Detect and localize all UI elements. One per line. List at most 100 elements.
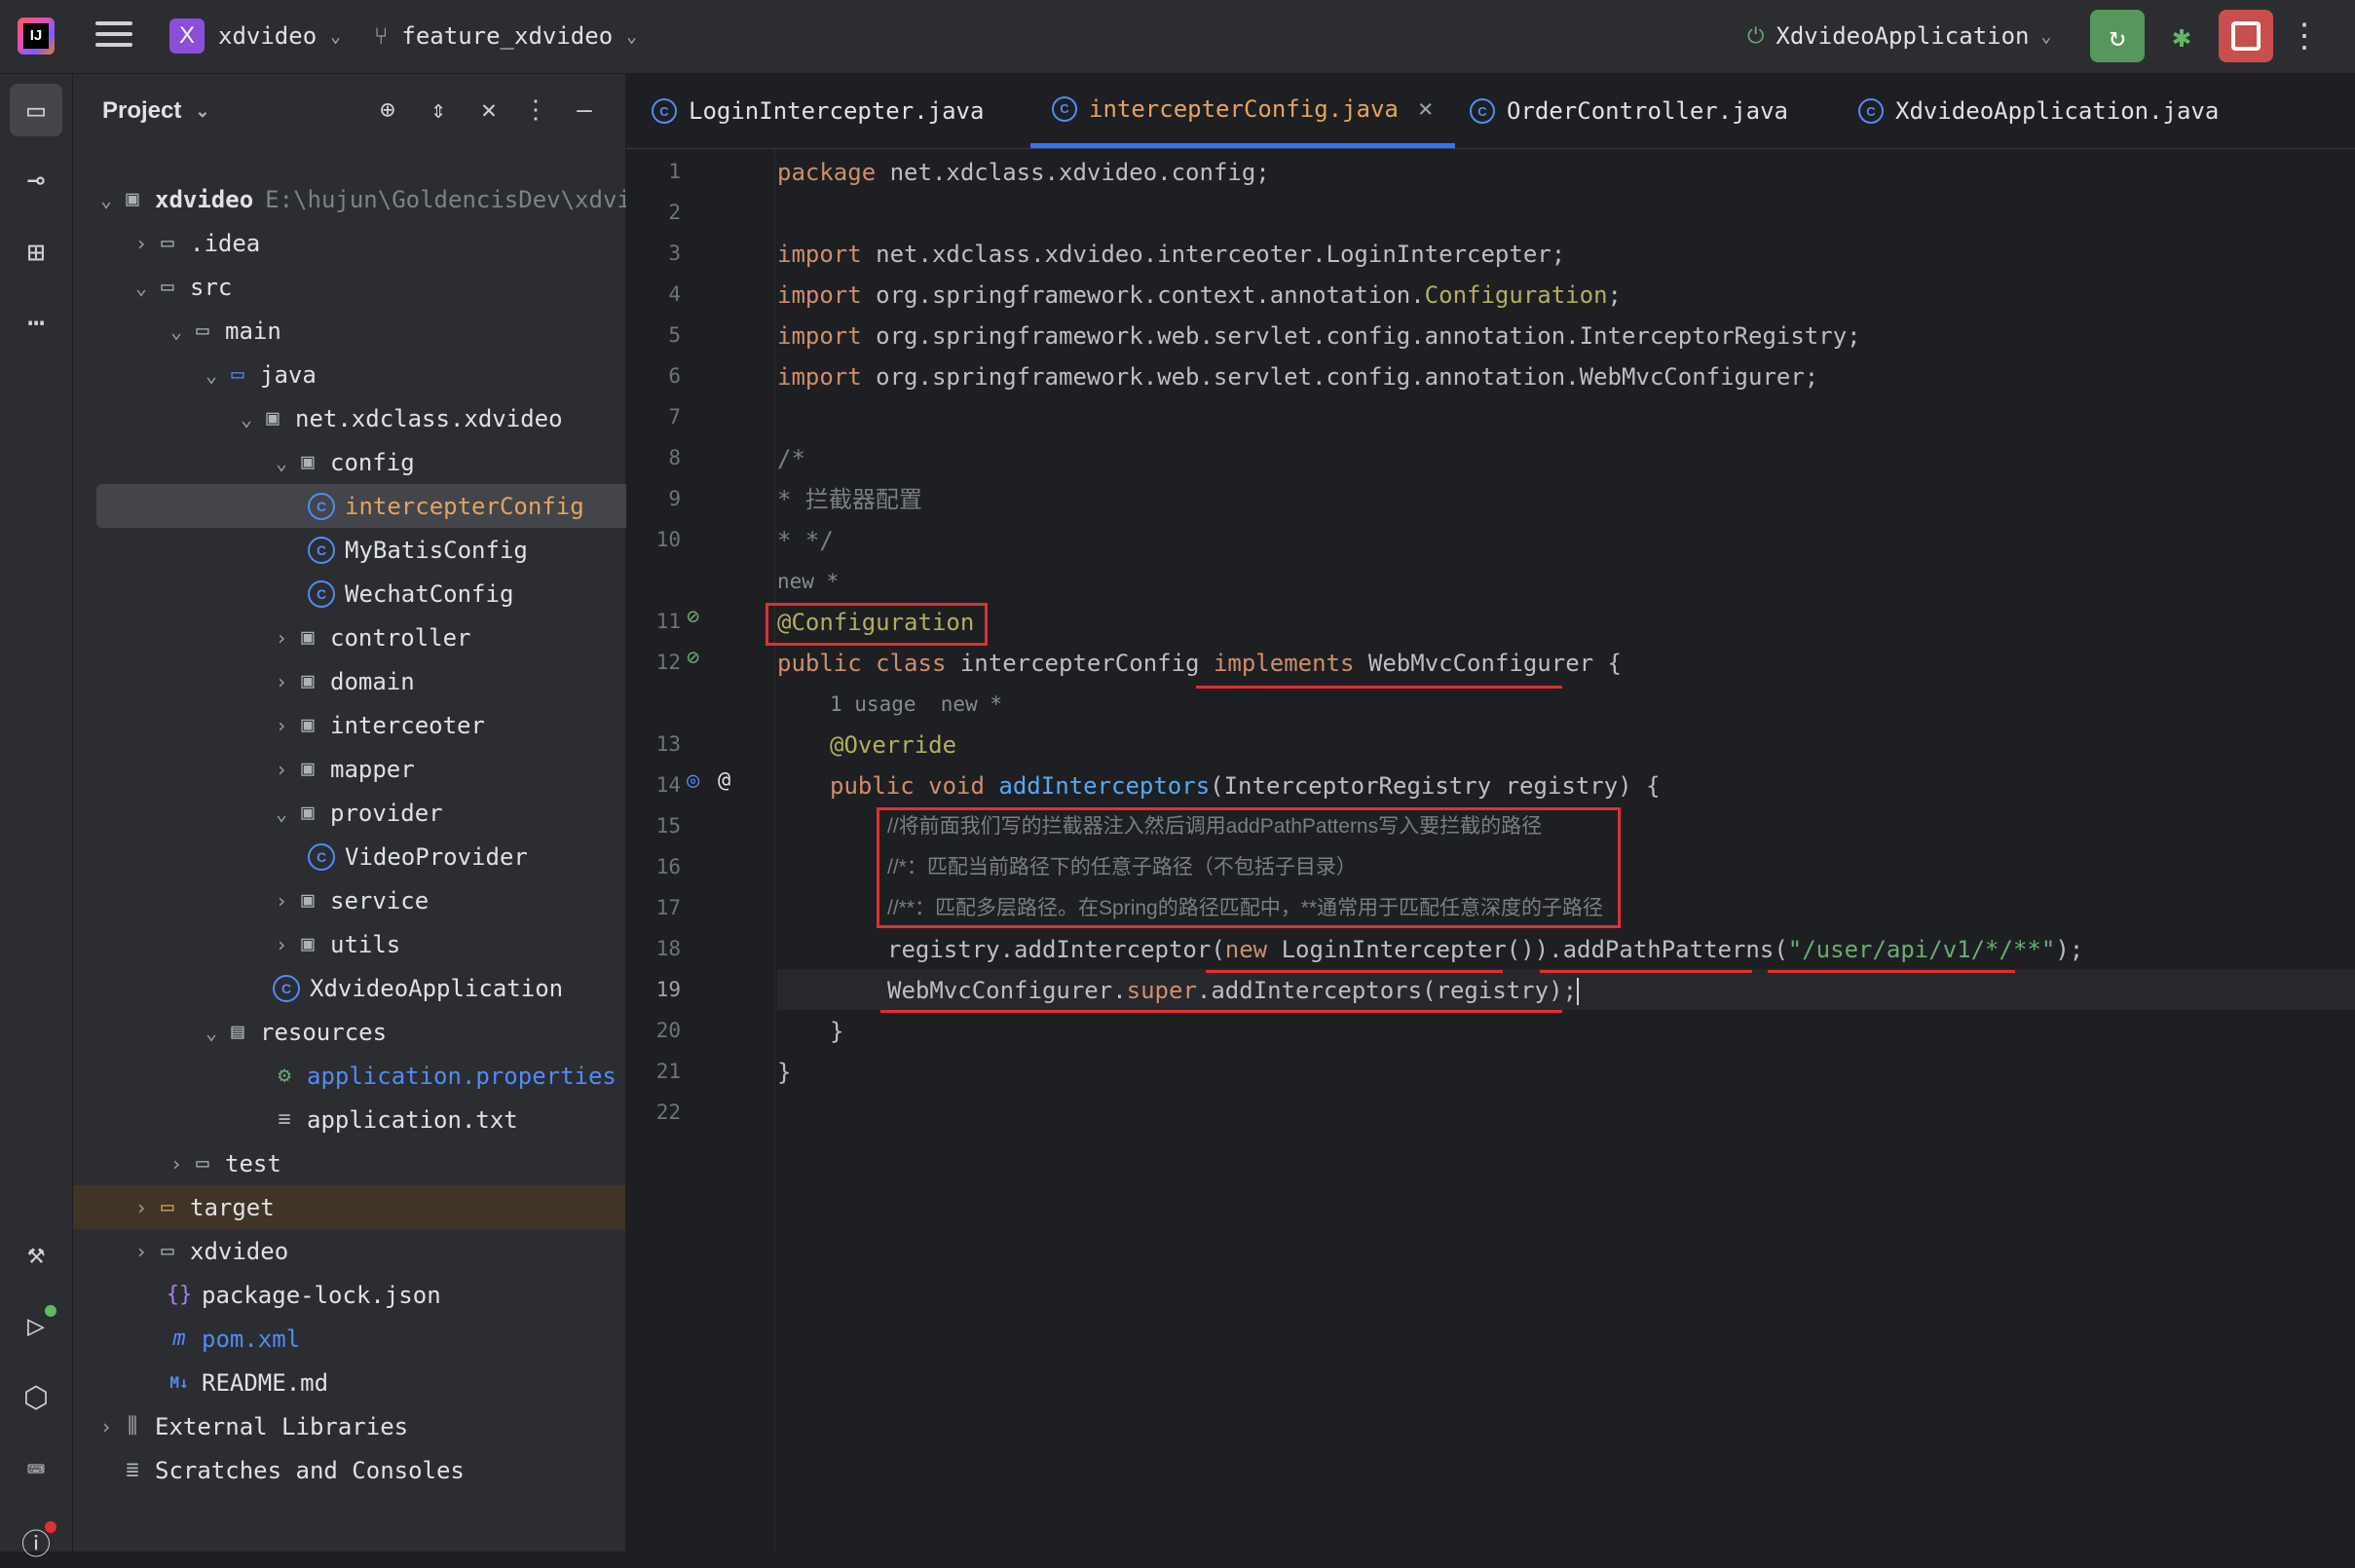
chevron-right-icon[interactable]: › xyxy=(270,626,293,650)
tree-item-xdvideo-folder[interactable]: › ▭ xdvideo xyxy=(73,1229,682,1273)
more-horizontal-icon[interactable]: ⋯ xyxy=(10,296,62,349)
structure-icon[interactable]: ⊞ xyxy=(10,226,62,279)
tab-ordercontroller[interactable]: C OrderController.java xyxy=(1470,74,1788,148)
class-icon: C xyxy=(308,579,335,608)
chevron-right-icon[interactable]: › xyxy=(270,933,293,956)
chevron-down-icon[interactable]: ⌄ xyxy=(235,407,258,430)
package-icon: ▣ xyxy=(301,450,315,474)
folder-icon: ▭ xyxy=(196,318,209,343)
tree-item-package-lock[interactable]: {} package-lock.json xyxy=(73,1273,717,1317)
gutter-separator xyxy=(774,149,775,1551)
package-icon: ▣ xyxy=(301,932,315,956)
chevron-down-icon[interactable]: ⌄ xyxy=(130,276,153,299)
package-icon: ▣ xyxy=(301,801,315,825)
project-panel-header[interactable]: Project ⌄ xyxy=(102,97,209,125)
tree-item-main[interactable]: ⌄ ▭ main xyxy=(73,309,717,353)
chevron-right-icon[interactable]: › xyxy=(270,714,293,737)
chevron-right-icon[interactable]: › xyxy=(270,889,293,913)
run-status-dot xyxy=(45,1305,56,1317)
code-line-5: import org.springframework.web.servlet.c… xyxy=(777,322,1861,350)
problems-icon[interactable]: ⓘ xyxy=(10,1515,62,1568)
tab-xdvideoapplication[interactable]: C XdvideoApplication.java xyxy=(1858,74,2219,148)
package-icon: ▣ xyxy=(301,888,315,913)
line-number: 20 xyxy=(655,1019,681,1042)
rerun-button[interactable]: ↻ xyxy=(2090,10,2145,62)
code-line-21: } xyxy=(777,1059,792,1086)
collapse-all-icon[interactable]: ✕ xyxy=(474,95,504,125)
tree-item-target[interactable]: › ▭ target xyxy=(73,1185,625,1229)
locate-icon[interactable]: ⊕ xyxy=(373,95,402,125)
chevron-down-icon[interactable]: ⌄ xyxy=(270,802,293,825)
chevron-down-icon[interactable]: ⌄ xyxy=(200,1021,223,1044)
tree-item-external-libraries[interactable]: › ⫼ External Libraries xyxy=(73,1404,647,1448)
code-line-19: WebMvcConfigurer.super.addInterceptors(r… xyxy=(887,977,1580,1005)
folder-icon: ▭ xyxy=(161,231,174,255)
commit-icon[interactable]: ⊸ xyxy=(10,154,62,206)
line-number: 15 xyxy=(655,814,681,838)
underline-path-pattern xyxy=(1768,970,2015,973)
tree-item-xdvideo-root[interactable]: ⌄ ▣ xdvideo E:\hujun\GoldencisDev\xdvi xyxy=(73,177,647,221)
jetbrains-logo[interactable]: IJ xyxy=(18,18,55,55)
project-switcher[interactable]: X xdvideo ⌄ xyxy=(169,18,341,55)
build-icon[interactable]: ⚒ xyxy=(10,1227,62,1280)
chevron-right-icon[interactable]: › xyxy=(130,1240,153,1263)
more-vertical-icon[interactable]: ⋮ xyxy=(2285,10,2324,62)
tree-item-test[interactable]: › ▭ test xyxy=(73,1141,717,1185)
at-annotation-icon[interactable]: @ xyxy=(718,768,730,793)
tree-item-pom[interactable]: m pom.xml xyxy=(73,1317,717,1361)
chevron-down-icon: ⌄ xyxy=(2040,25,2052,47)
chevron-right-icon[interactable]: › xyxy=(94,1415,118,1438)
project-panel-title: Project xyxy=(102,97,182,124)
chevron-right-icon[interactable]: › xyxy=(130,232,153,255)
run-configuration-selector[interactable]: ⏻ XdvideoApplication ⌄ xyxy=(1747,18,2051,55)
git-branch-icon: ⑂ xyxy=(374,22,389,50)
chevron-down-icon[interactable]: ⌄ xyxy=(94,188,118,211)
chevron-right-icon[interactable]: › xyxy=(165,1152,188,1176)
bean-icon[interactable]: ⊘ xyxy=(687,646,699,670)
resources-folder-icon: ▤ xyxy=(231,1020,244,1044)
underline-add-interceptor xyxy=(1206,970,1503,973)
code-editor[interactable]: 1 2 3 4 5 6 7 8 9 10 11 12 13 14 15 16 1… xyxy=(626,149,2355,1551)
class-icon: C xyxy=(308,536,335,564)
code-line-12: public class intercepterConfig implement… xyxy=(777,650,1622,677)
hamburger-menu-icon[interactable] xyxy=(95,21,132,51)
tree-item-src[interactable]: ⌄ ▭ src xyxy=(73,265,682,309)
stop-icon xyxy=(2231,21,2261,51)
options-icon[interactable]: ⋮ xyxy=(521,95,550,125)
run-tool-icon[interactable]: ▷ xyxy=(10,1299,62,1352)
expand-all-icon[interactable]: ⇕ xyxy=(424,95,453,125)
line-number: 2 xyxy=(668,201,681,224)
project-tool-folder-icon[interactable]: ▭ xyxy=(10,84,62,136)
tab-intercepterconfig[interactable]: C intercepterConfig.java × xyxy=(1030,74,1455,148)
chevron-right-icon[interactable]: › xyxy=(270,758,293,781)
tree-item-scratches[interactable]: ≣ Scratches and Consoles xyxy=(73,1448,670,1492)
line-number: 14 xyxy=(655,773,681,797)
line-number: 18 xyxy=(655,937,681,960)
line-number: 22 xyxy=(655,1101,681,1124)
chevron-down-icon: ⌄ xyxy=(195,100,210,121)
inlay-hint-author[interactable]: new * xyxy=(777,561,839,602)
services-icon[interactable]: ⬡ xyxy=(10,1371,62,1424)
bean-config-icon[interactable]: ⊘ xyxy=(687,605,699,629)
chevron-down-icon[interactable]: ⌄ xyxy=(200,363,223,387)
branch-switcher[interactable]: ⑂ feature_xdvideo ⌄ xyxy=(374,18,637,55)
terminal-icon[interactable]: ⌨ xyxy=(10,1443,62,1496)
stop-button[interactable] xyxy=(2219,10,2273,62)
override-method-icon[interactable]: ◎ xyxy=(687,768,699,793)
tab-loginintercepter[interactable]: C LoginIntercepter.java xyxy=(652,74,984,148)
chevron-right-icon[interactable]: › xyxy=(130,1196,153,1219)
class-icon: C xyxy=(1052,95,1077,122)
chevron-down-icon[interactable]: ⌄ xyxy=(270,451,293,474)
line-number: 13 xyxy=(655,732,681,756)
line-number: 4 xyxy=(668,282,681,306)
underline-super-call xyxy=(880,1010,1562,1013)
close-icon[interactable]: × xyxy=(1418,94,1434,124)
chevron-right-icon[interactable]: › xyxy=(270,670,293,693)
debug-button[interactable]: ✱ xyxy=(2154,10,2209,62)
inlay-hint-usages[interactable]: 1 usage new * xyxy=(830,684,1002,725)
tree-item-idea[interactable]: › ▭ .idea xyxy=(73,221,682,265)
tree-item-readme[interactable]: M↓ README.md xyxy=(73,1361,717,1404)
hide-icon[interactable]: — xyxy=(570,95,599,125)
chevron-down-icon[interactable]: ⌄ xyxy=(165,319,188,343)
class-icon: C xyxy=(308,842,335,871)
